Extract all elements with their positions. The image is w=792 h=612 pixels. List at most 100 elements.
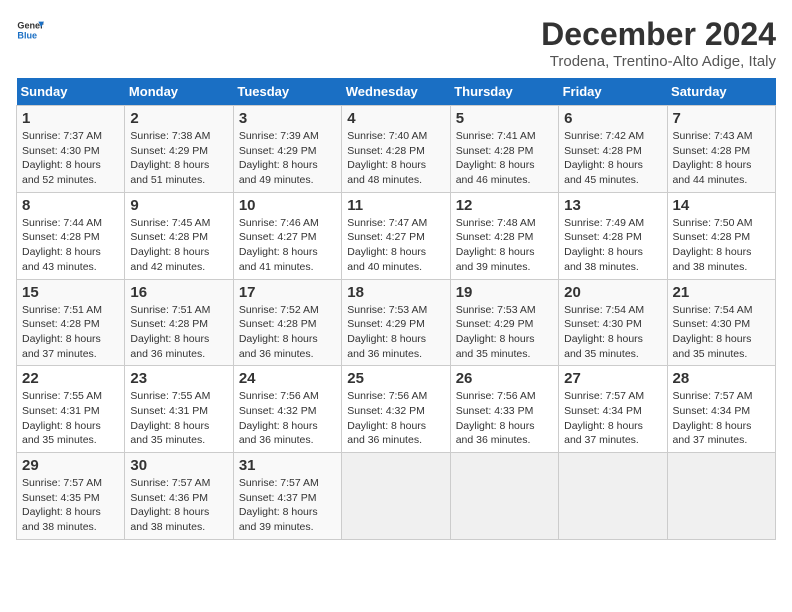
day-number: 30: [130, 457, 227, 474]
day-info: Sunrise: 7:57 AM Sunset: 4:34 PM Dayligh…: [673, 389, 770, 448]
calendar-week-row: 1 Sunrise: 7:37 AM Sunset: 4:30 PM Daylig…: [17, 106, 776, 193]
table-row: 7 Sunrise: 7:43 AM Sunset: 4:28 PM Daylig…: [667, 106, 775, 193]
table-row: 20 Sunrise: 7:54 AM Sunset: 4:30 PM Dayli…: [559, 279, 667, 366]
day-number: 1: [22, 110, 119, 127]
day-number: 24: [239, 370, 336, 387]
day-info: Sunrise: 7:45 AM Sunset: 4:28 PM Dayligh…: [130, 216, 227, 275]
day-number: 15: [22, 284, 119, 301]
day-number: 12: [456, 197, 553, 214]
day-info: Sunrise: 7:46 AM Sunset: 4:27 PM Dayligh…: [239, 216, 336, 275]
table-row: 26Sunrise: 7:56 AM Sunset: 4:33 PM Dayli…: [450, 366, 558, 453]
table-row: 30 Sunrise: 7:57 AM Sunset: 4:36 PM Dayli…: [125, 453, 233, 540]
day-info: Sunrise: 7:53 AM Sunset: 4:29 PM Dayligh…: [347, 303, 444, 362]
logo-icon: General Blue: [16, 16, 44, 44]
day-info: Sunrise: 7:39 AM Sunset: 4:29 PM Dayligh…: [239, 129, 336, 188]
day-number: 19: [456, 284, 553, 301]
day-number: 17: [239, 284, 336, 301]
day-number: 10: [239, 197, 336, 214]
col-wednesday: Wednesday: [342, 78, 450, 106]
table-row: [342, 453, 450, 540]
calendar-week-row: 15 Sunrise: 7:51 AM Sunset: 4:28 PM Dayli…: [17, 279, 776, 366]
calendar-header-row: Sunday Monday Tuesday Wednesday Thursday…: [17, 78, 776, 106]
day-number: 28: [673, 370, 770, 387]
table-row: 6 Sunrise: 7:42 AM Sunset: 4:28 PM Daylig…: [559, 106, 667, 193]
col-friday: Friday: [559, 78, 667, 106]
table-row: 4Sunrise: 7:40 AM Sunset: 4:28 PM Daylig…: [342, 106, 450, 193]
page-header: General Blue December 2024 Trodena, Tren…: [16, 16, 776, 70]
day-number: 8: [22, 197, 119, 214]
table-row: 31 Sunrise: 7:57 AM Sunset: 4:37 PM Dayli…: [233, 453, 341, 540]
day-number: 9: [130, 197, 227, 214]
subtitle: Trodena, Trentino-Alto Adige, Italy: [541, 53, 776, 70]
day-number: 6: [564, 110, 661, 127]
table-row: [559, 453, 667, 540]
day-number: 31: [239, 457, 336, 474]
table-row: 8 Sunrise: 7:44 AM Sunset: 4:28 PM Daylig…: [17, 192, 125, 279]
day-info: Sunrise: 7:51 AM Sunset: 4:28 PM Dayligh…: [22, 303, 119, 362]
day-info: Sunrise: 7:41 AM Sunset: 4:28 PM Dayligh…: [456, 129, 553, 188]
table-row: 5 Sunrise: 7:41 AM Sunset: 4:28 PM Daylig…: [450, 106, 558, 193]
day-number: 3: [239, 110, 336, 127]
table-row: 24Sunrise: 7:56 AM Sunset: 4:32 PM Dayli…: [233, 366, 341, 453]
day-info: Sunrise: 7:53 AM Sunset: 4:29 PM Dayligh…: [456, 303, 553, 362]
table-row: [450, 453, 558, 540]
table-row: 23 Sunrise: 7:55 AM Sunset: 4:31 PM Dayli…: [125, 366, 233, 453]
day-info: Sunrise: 7:55 AM Sunset: 4:31 PM Dayligh…: [22, 389, 119, 448]
day-info: Sunrise: 7:37 AM Sunset: 4:30 PM Dayligh…: [22, 129, 119, 188]
logo: General Blue: [16, 16, 44, 44]
day-number: 7: [673, 110, 770, 127]
table-row: 27Sunrise: 7:57 AM Sunset: 4:34 PM Dayli…: [559, 366, 667, 453]
day-number: 2: [130, 110, 227, 127]
calendar-week-row: 22 Sunrise: 7:55 AM Sunset: 4:31 PM Dayli…: [17, 366, 776, 453]
table-row: 2Sunrise: 7:38 AM Sunset: 4:29 PM Daylig…: [125, 106, 233, 193]
table-row: 21Sunrise: 7:54 AM Sunset: 4:30 PM Dayli…: [667, 279, 775, 366]
table-row: 14 Sunrise: 7:50 AM Sunset: 4:28 PM Dayli…: [667, 192, 775, 279]
day-info: Sunrise: 7:57 AM Sunset: 4:35 PM Dayligh…: [22, 476, 119, 535]
day-number: 23: [130, 370, 227, 387]
day-number: 11: [347, 197, 444, 214]
day-number: 20: [564, 284, 661, 301]
table-row: 16Sunrise: 7:51 AM Sunset: 4:28 PM Dayli…: [125, 279, 233, 366]
title-section: December 2024 Trodena, Trentino-Alto Adi…: [541, 16, 776, 70]
table-row: 18 Sunrise: 7:53 AM Sunset: 4:29 PM Dayli…: [342, 279, 450, 366]
col-tuesday: Tuesday: [233, 78, 341, 106]
day-number: 4: [347, 110, 444, 127]
day-info: Sunrise: 7:42 AM Sunset: 4:28 PM Dayligh…: [564, 129, 661, 188]
day-info: Sunrise: 7:54 AM Sunset: 4:30 PM Dayligh…: [564, 303, 661, 362]
day-number: 27: [564, 370, 661, 387]
day-number: 26: [456, 370, 553, 387]
table-row: 17Sunrise: 7:52 AM Sunset: 4:28 PM Dayli…: [233, 279, 341, 366]
day-info: Sunrise: 7:47 AM Sunset: 4:27 PM Dayligh…: [347, 216, 444, 275]
table-row: 22 Sunrise: 7:55 AM Sunset: 4:31 PM Dayli…: [17, 366, 125, 453]
table-row: 28 Sunrise: 7:57 AM Sunset: 4:34 PM Dayli…: [667, 366, 775, 453]
day-number: 13: [564, 197, 661, 214]
calendar-week-row: 29Sunrise: 7:57 AM Sunset: 4:35 PM Dayli…: [17, 453, 776, 540]
table-row: 3 Sunrise: 7:39 AM Sunset: 4:29 PM Daylig…: [233, 106, 341, 193]
table-row: 9 Sunrise: 7:45 AM Sunset: 4:28 PM Daylig…: [125, 192, 233, 279]
day-info: Sunrise: 7:44 AM Sunset: 4:28 PM Dayligh…: [22, 216, 119, 275]
day-info: Sunrise: 7:48 AM Sunset: 4:28 PM Dayligh…: [456, 216, 553, 275]
table-row: 25Sunrise: 7:56 AM Sunset: 4:32 PM Dayli…: [342, 366, 450, 453]
table-row: 19 Sunrise: 7:53 AM Sunset: 4:29 PM Dayli…: [450, 279, 558, 366]
table-row: 10 Sunrise: 7:46 AM Sunset: 4:27 PM Dayli…: [233, 192, 341, 279]
day-number: 14: [673, 197, 770, 214]
table-row: 15 Sunrise: 7:51 AM Sunset: 4:28 PM Dayli…: [17, 279, 125, 366]
day-info: Sunrise: 7:50 AM Sunset: 4:28 PM Dayligh…: [673, 216, 770, 275]
day-number: 18: [347, 284, 444, 301]
col-monday: Monday: [125, 78, 233, 106]
col-thursday: Thursday: [450, 78, 558, 106]
day-number: 22: [22, 370, 119, 387]
day-info: Sunrise: 7:55 AM Sunset: 4:31 PM Dayligh…: [130, 389, 227, 448]
day-info: Sunrise: 7:57 AM Sunset: 4:37 PM Dayligh…: [239, 476, 336, 535]
day-info: Sunrise: 7:49 AM Sunset: 4:28 PM Dayligh…: [564, 216, 661, 275]
day-info: Sunrise: 7:57 AM Sunset: 4:36 PM Dayligh…: [130, 476, 227, 535]
table-row: [667, 453, 775, 540]
table-row: 29Sunrise: 7:57 AM Sunset: 4:35 PM Dayli…: [17, 453, 125, 540]
day-number: 5: [456, 110, 553, 127]
table-row: 11 Sunrise: 7:47 AM Sunset: 4:27 PM Dayli…: [342, 192, 450, 279]
table-row: 1 Sunrise: 7:37 AM Sunset: 4:30 PM Daylig…: [17, 106, 125, 193]
day-info: Sunrise: 7:51 AM Sunset: 4:28 PM Dayligh…: [130, 303, 227, 362]
calendar-table: Sunday Monday Tuesday Wednesday Thursday…: [16, 78, 776, 540]
day-info: Sunrise: 7:43 AM Sunset: 4:28 PM Dayligh…: [673, 129, 770, 188]
calendar-week-row: 8 Sunrise: 7:44 AM Sunset: 4:28 PM Daylig…: [17, 192, 776, 279]
